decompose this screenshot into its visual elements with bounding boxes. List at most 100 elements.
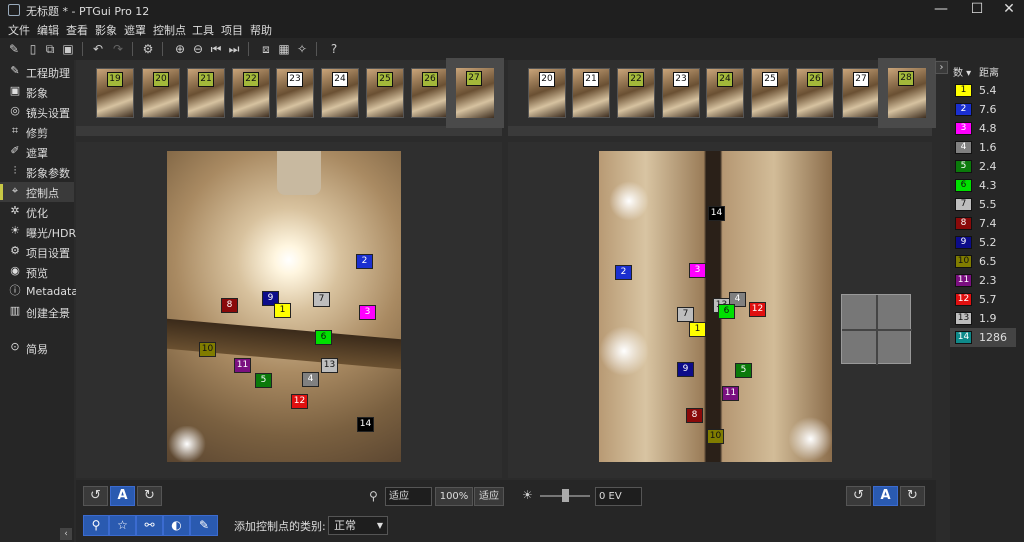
table-row-selected[interactable]: 14 1286 (950, 328, 1016, 347)
thumbnail[interactable]: 25 (751, 68, 789, 118)
thumbnail-selected[interactable]: 28 (878, 58, 936, 128)
sidebar-item-project-assistant[interactable]: ✎ 工程助理 (0, 62, 74, 82)
control-point-marker[interactable]: 3 (689, 263, 706, 278)
table-row[interactable]: 9 5.2 (950, 233, 1016, 252)
panorama-editor-icon[interactable]: ⧈ (258, 41, 274, 57)
rotate-right-button[interactable]: ↻ (900, 486, 925, 506)
collapse-sidebar-button[interactable]: ‹ (60, 528, 72, 540)
thumbnail[interactable]: 24 (321, 68, 359, 118)
next-icon[interactable]: ⏭ (226, 41, 242, 57)
sidebar-item-exposure-hdr[interactable]: ☀ 曝光/HDR (0, 222, 76, 242)
control-point-marker[interactable]: 11 (234, 358, 251, 373)
zoom-in-icon[interactable]: ⊕ (172, 41, 188, 57)
control-point-marker[interactable]: 9 (677, 362, 694, 377)
rotate-left-button[interactable]: ↺ (846, 486, 871, 506)
auto-button[interactable]: A (110, 486, 135, 506)
sidebar-item-project-settings[interactable]: ⚙ 项目设置 (0, 242, 74, 262)
table-row[interactable]: 1 5.4 (950, 81, 1016, 100)
menu-control-points[interactable]: 控制点 (153, 22, 186, 38)
table-row[interactable]: 7 5.5 (950, 195, 1016, 214)
sidebar-item-image-parameters[interactable]: ⫶ 影象参数 (0, 162, 74, 182)
close-button[interactable]: ✕ (992, 0, 1024, 20)
control-point-marker[interactable]: 2 (615, 265, 632, 280)
table-row[interactable]: 11 2.3 (950, 271, 1016, 290)
control-point-marker[interactable]: 14 (708, 206, 725, 221)
table-icon[interactable]: ▦ (276, 41, 292, 57)
zoom-out-icon[interactable]: ⊖ (190, 41, 206, 57)
table-row[interactable]: 2 7.6 (950, 100, 1016, 119)
control-point-marker[interactable]: 12 (749, 302, 766, 317)
redo-icon[interactable]: ↷ (110, 41, 126, 57)
new-project-icon[interactable]: ✎ (6, 41, 22, 57)
zoom-100-button[interactable]: 100% (435, 487, 473, 506)
menu-mask[interactable]: 遮罩 (124, 22, 146, 38)
save-icon[interactable]: ▣ (60, 41, 76, 57)
control-point-marker[interactable]: 5 (255, 373, 272, 388)
thumbnail[interactable]: 21 (187, 68, 225, 118)
control-point-marker[interactable]: 8 (686, 408, 703, 423)
thumbnail[interactable]: 26 (796, 68, 834, 118)
control-point-marker[interactable]: 11 (722, 386, 739, 401)
thumbnail-selected[interactable]: 27 (446, 58, 504, 128)
thumbnail[interactable]: 22 (232, 68, 270, 118)
help-icon[interactable]: ? (326, 41, 342, 57)
sidebar-item-crop[interactable]: ⌗ 修剪 (0, 122, 74, 142)
undo-icon[interactable]: ↶ (90, 41, 106, 57)
thumbnail[interactable]: 21 (572, 68, 610, 118)
minimize-button[interactable]: — (924, 0, 958, 20)
sidebar-item-optimizer[interactable]: ✲ 优化 (0, 202, 74, 222)
thumbnail[interactable]: 26 (411, 68, 449, 118)
thumbnail[interactable]: 20 (528, 68, 566, 118)
control-point-marker[interactable]: 1 (689, 322, 706, 337)
sidebar-item-mask[interactable]: ✐ 遮罩 (0, 142, 74, 162)
fit-button[interactable]: 适应 (474, 487, 504, 506)
link-tool-button[interactable]: ⚯ (136, 515, 163, 536)
control-point-marker[interactable]: 10 (199, 342, 216, 357)
rotate-right-button[interactable]: ↻ (137, 486, 162, 506)
control-point-marker[interactable]: 3 (359, 305, 376, 320)
thumbnail[interactable]: 22 (617, 68, 655, 118)
menu-file[interactable]: 文件 (8, 22, 30, 38)
column-header-distance[interactable]: 距离 (979, 64, 999, 79)
thumbnail[interactable]: 19 (96, 68, 134, 118)
maximize-button[interactable]: ☐ (960, 0, 994, 20)
table-row[interactable]: 5 2.4 (950, 157, 1016, 176)
table-row[interactable]: 8 7.4 (950, 214, 1016, 233)
sidebar-item-control-points[interactable]: ⌖ 控制点 (0, 182, 74, 202)
add-point-type-select[interactable]: 正常 ▼ (328, 516, 388, 535)
table-row[interactable]: 13 1.9 (950, 309, 1016, 328)
copy-icon[interactable]: ⧉ (42, 41, 58, 57)
right-thumbnail-scrollbar[interactable] (508, 126, 932, 136)
open-project-icon[interactable]: ▯ (25, 41, 41, 57)
bulb-icon[interactable]: ✧ (294, 41, 310, 57)
table-row[interactable]: 3 4.8 (950, 119, 1016, 138)
control-point-marker[interactable]: 5 (735, 363, 752, 378)
menu-help[interactable]: 帮助 (250, 22, 272, 38)
thumbnail[interactable]: 23 (276, 68, 314, 118)
pen-tool-button[interactable]: ✎ (190, 515, 218, 536)
control-point-marker[interactable]: 8 (221, 298, 238, 313)
menu-project[interactable]: 项目 (221, 22, 243, 38)
control-point-marker[interactable]: 1 (274, 303, 291, 318)
table-row[interactable]: 12 5.7 (950, 290, 1016, 309)
menu-view[interactable]: 查看 (66, 22, 88, 38)
sidebar-item-simple[interactable]: ⊙ 简易 (0, 338, 74, 358)
control-point-marker[interactable]: 6 (718, 304, 735, 319)
control-point-marker[interactable]: 2 (356, 254, 373, 269)
expand-table-button[interactable]: › (935, 61, 948, 74)
table-row[interactable]: 4 1.6 (950, 138, 1016, 157)
sidebar-item-images[interactable]: ▣ 影象 (0, 82, 74, 102)
sidebar-item-metadata[interactable]: ⓘ Metadata (0, 282, 79, 302)
thumbnail[interactable]: 25 (366, 68, 404, 118)
exposure-slider-handle[interactable] (562, 489, 569, 502)
control-point-marker[interactable]: 14 (357, 417, 374, 432)
control-point-marker[interactable]: 7 (313, 292, 330, 307)
add-point-tool-button[interactable]: ⚲ (83, 515, 109, 536)
auto-button[interactable]: A (873, 486, 898, 506)
zoom-input[interactable]: 适应 (385, 487, 432, 506)
settings-icon[interactable]: ⚙ (140, 41, 156, 57)
control-point-marker[interactable]: 13 (321, 358, 338, 373)
sidebar-item-preview[interactable]: ◉ 预览 (0, 262, 74, 282)
thumbnail[interactable]: 23 (662, 68, 700, 118)
control-point-marker[interactable]: 10 (707, 429, 724, 444)
